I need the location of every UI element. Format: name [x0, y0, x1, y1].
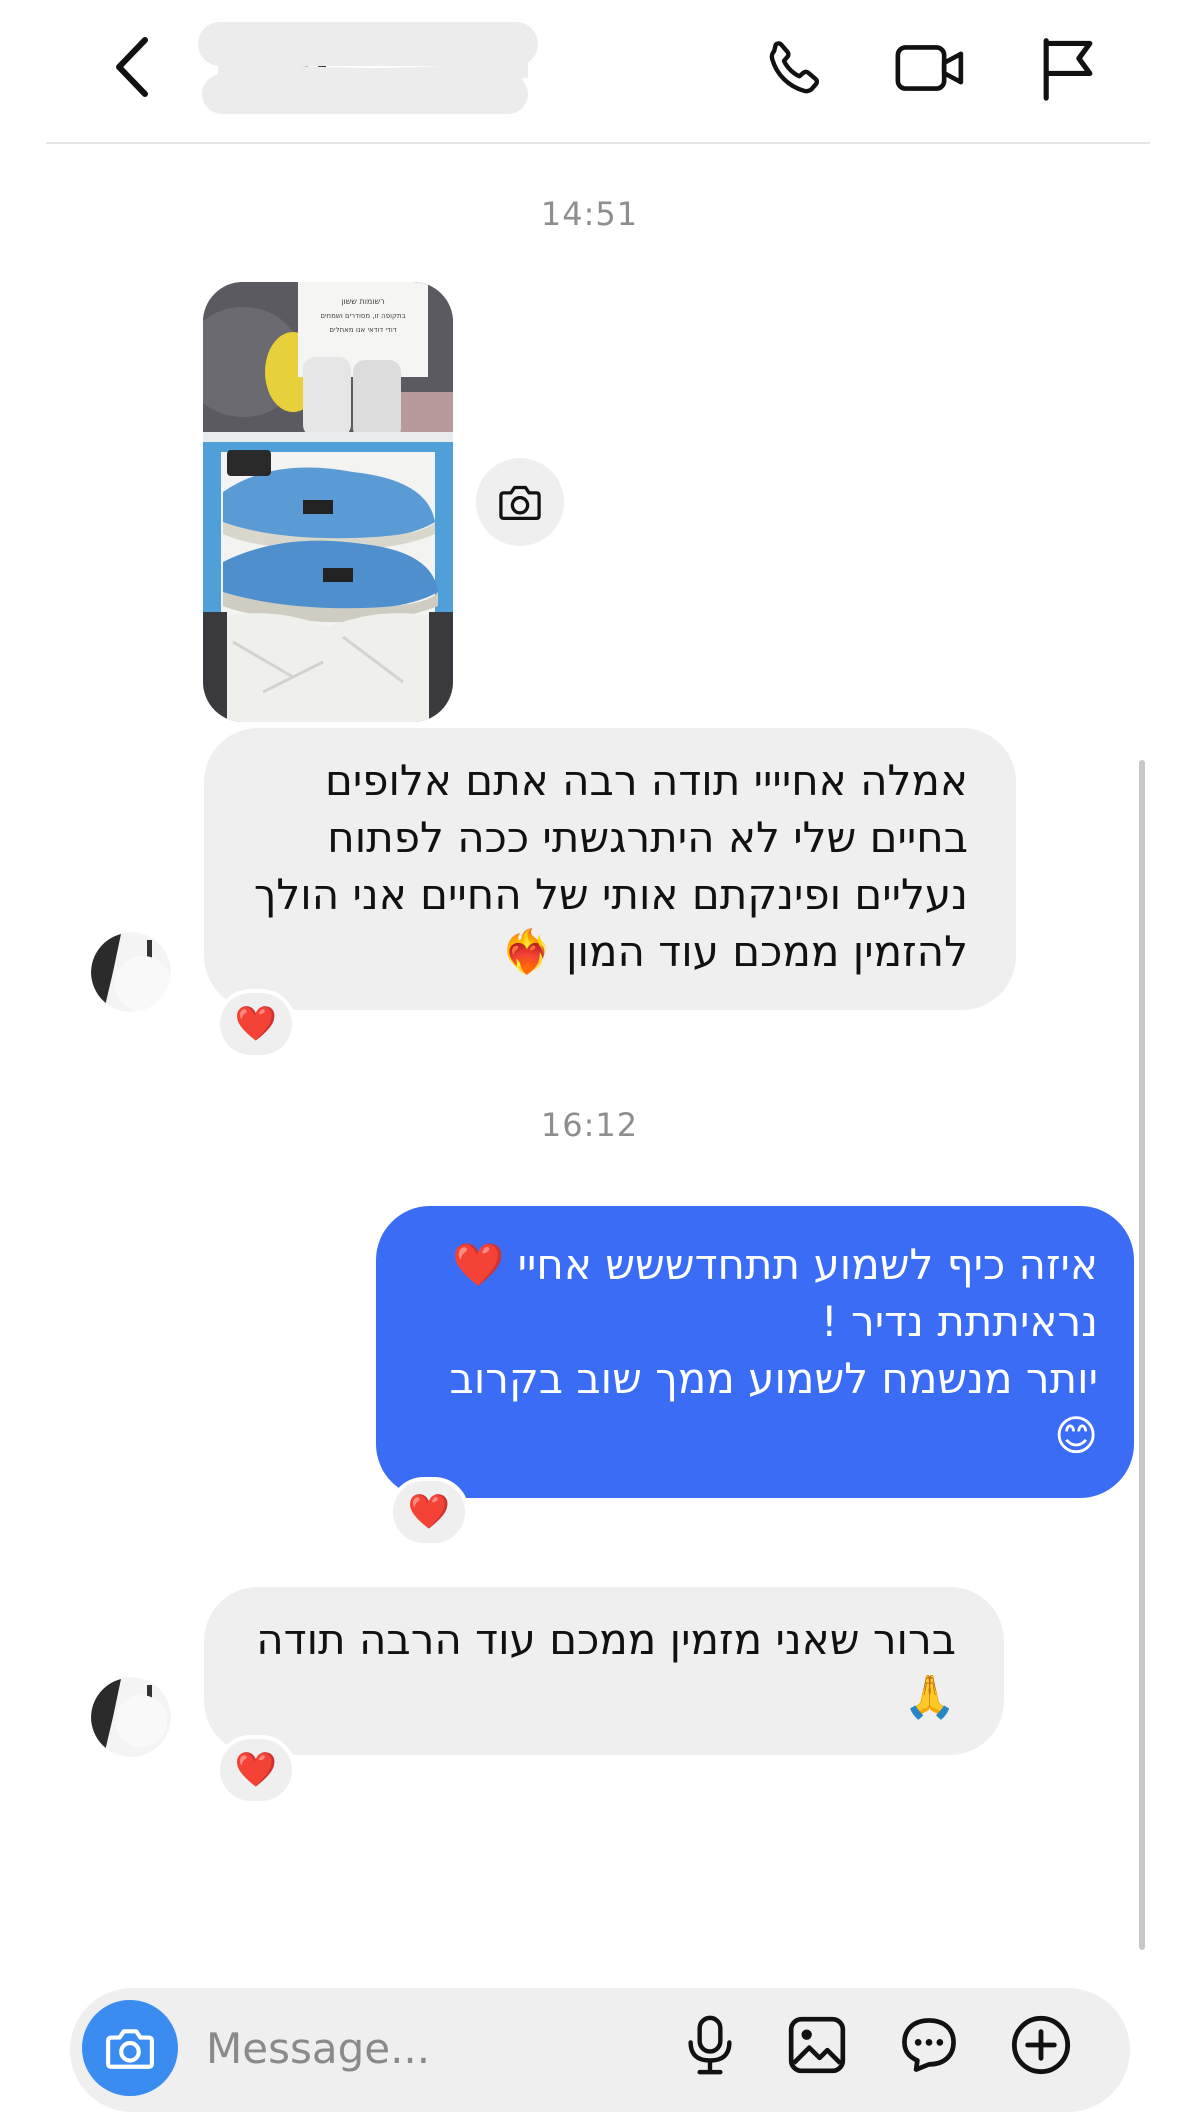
sender-avatar[interactable] — [91, 1677, 171, 1757]
message-input[interactable] — [204, 2015, 648, 2081]
video-call-button[interactable] — [890, 28, 970, 108]
heart-reaction[interactable]: ❤️ — [216, 1735, 296, 1805]
message-line: בחיים שלי לא היתרגשתי ככה לפתוח — [327, 813, 968, 862]
image-gallery-icon — [788, 2016, 846, 2074]
sticker-chat-icon — [902, 2018, 956, 2072]
photo-message[interactable]: רשומות ששון בתקופה זו, מסודרים ושמחים דו… — [203, 282, 453, 722]
back-button[interactable] — [108, 24, 158, 110]
composer-camera-button[interactable] — [82, 2000, 178, 2096]
outgoing-message-bubble[interactable]: איזה כיף לשמוע תתחדששש אחיי ❤️ נראיתתת נ… — [376, 1206, 1134, 1498]
sneaker-box-photo: רשומות ששון בתקופה זו, מסודרים ושמחים דו… — [203, 282, 453, 722]
camera-icon — [499, 485, 541, 520]
microphone-button[interactable] — [673, 2008, 747, 2082]
flag-icon — [1043, 38, 1093, 101]
photo-note-line: רשומות ששון — [341, 297, 384, 306]
video-camera-icon — [895, 45, 964, 91]
camera-icon — [106, 2029, 154, 2069]
phone-icon — [769, 41, 820, 94]
timestamp: 14:51 — [540, 195, 639, 233]
gallery-button[interactable] — [780, 2008, 854, 2082]
header-divider — [46, 142, 1150, 144]
heart-reaction[interactable]: ❤️ — [389, 1477, 469, 1547]
chat-header — [0, 0, 1179, 144]
microphone-icon — [688, 2015, 732, 2075]
scrollbar[interactable] — [1139, 760, 1145, 1950]
heart-reaction-emoji: ❤️ — [407, 1492, 451, 1532]
view-photo-camera-button[interactable] — [476, 458, 564, 546]
message-line: נראיתתת נדיר ! — [820, 1297, 1098, 1346]
report-flag-button[interactable] — [1028, 28, 1108, 108]
voice-call-button[interactable] — [755, 28, 835, 108]
message-line: יותר מנשמח לשמוע ממך שוב בקרוב — [449, 1354, 1098, 1403]
heart-reaction-emoji: ❤️ — [234, 1004, 278, 1044]
more-options-button[interactable] — [1004, 2008, 1078, 2082]
incoming-message-bubble[interactable]: אמלה אחיייי תודה רבה אתם אלופים בחיים של… — [204, 728, 1016, 1010]
message-line: ברור שאני מזמין ממכם עוד הרבה תודה — [256, 1615, 956, 1664]
heart-reaction-emoji: ❤️ — [234, 1750, 278, 1790]
message-line: 😊 — [1054, 1411, 1098, 1460]
message-line: 🙏 — [903, 1672, 956, 1721]
photo-note-line: בתקופה זו, מסודרים ושמחים — [320, 312, 405, 320]
photo-note-line: דודי דודאי אנו מאחלים — [329, 326, 396, 334]
message-line: אמלה אחיייי תודה רבה אתם אלופים — [324, 756, 968, 805]
sticker-button[interactable] — [892, 2008, 966, 2082]
message-line: איזה כיף לשמוע תתחדששש אחיי ❤️ — [452, 1240, 1098, 1289]
sender-avatar[interactable] — [91, 932, 171, 1012]
chevron-left-icon — [116, 37, 148, 97]
timestamp: 16:12 — [540, 1106, 639, 1144]
contact-name-redacted[interactable] — [188, 18, 548, 118]
heart-reaction[interactable]: ❤️ — [216, 989, 296, 1059]
message-line: להזמין ממכם עוד המון ❤️‍🔥 — [500, 927, 968, 976]
message-line: נעליים ופינקתם אותי של החיים אני הולך — [253, 870, 968, 919]
plus-circle-icon — [1011, 2015, 1071, 2075]
incoming-message-bubble[interactable]: ברור שאני מזמין ממכם עוד הרבה תודה 🙏 — [204, 1587, 1004, 1755]
